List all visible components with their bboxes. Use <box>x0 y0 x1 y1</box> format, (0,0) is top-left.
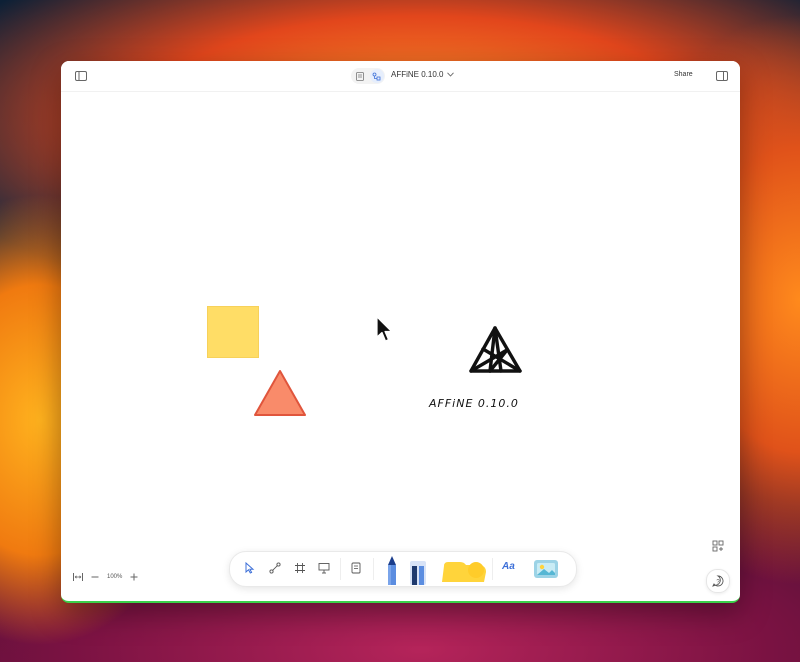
chevron-down-icon <box>447 72 455 77</box>
triangle-shape[interactable] <box>253 369 307 417</box>
share-button[interactable]: Share <box>674 71 693 78</box>
page-mode-icon[interactable] <box>353 69 367 83</box>
toolbar-divider <box>340 558 341 580</box>
select-icon[interactable] <box>242 560 258 576</box>
app-window: AFFiNE 0.10.0 Share AFFiNE 0.10.0 100% A… <box>61 61 740 603</box>
zoom-in-icon[interactable] <box>130 573 138 581</box>
zoom-out-icon[interactable] <box>91 573 99 581</box>
edgeless-canvas[interactable]: AFFiNE 0.10.0 <box>61 92 740 601</box>
doc-title[interactable]: AFFiNE 0.10.0 <box>391 70 455 79</box>
note-icon[interactable] <box>348 560 364 576</box>
square-shape[interactable] <box>207 306 259 358</box>
top-bar: AFFiNE 0.10.0 Share <box>61 61 740 92</box>
toolbar-divider <box>492 558 493 580</box>
sidebar-icon[interactable] <box>72 67 90 85</box>
side-controls: ? <box>706 539 730 593</box>
add-template-icon[interactable] <box>712 539 724 557</box>
highlighter-icon[interactable] <box>408 557 428 590</box>
affine-logo-drawing[interactable] <box>469 325 525 377</box>
toolbar-divider <box>373 558 374 580</box>
zoom-level[interactable]: 100% <box>107 574 122 580</box>
help-icon[interactable]: ? <box>706 569 730 593</box>
text-icon[interactable]: Aa <box>502 561 515 572</box>
connector-icon[interactable] <box>267 560 283 576</box>
fit-to-screen-icon[interactable] <box>73 573 83 581</box>
edgeless-toolbar: Aa <box>229 551 577 587</box>
media-icon[interactable] <box>532 558 560 587</box>
frame-icon[interactable] <box>292 560 308 576</box>
shape-icon[interactable] <box>440 558 488 589</box>
pen-icon[interactable] <box>386 555 398 590</box>
right-panel-icon[interactable] <box>713 67 731 85</box>
present-icon[interactable] <box>316 560 332 576</box>
edgeless-mode-icon[interactable] <box>369 69 384 83</box>
canvas-text-element[interactable]: AFFiNE 0.10.0 <box>429 397 519 410</box>
zoom-controls: 100% <box>73 570 138 584</box>
mouse-cursor-icon <box>376 316 393 342</box>
mode-switch <box>351 68 385 84</box>
doc-title-text: AFFiNE 0.10.0 <box>391 70 444 79</box>
